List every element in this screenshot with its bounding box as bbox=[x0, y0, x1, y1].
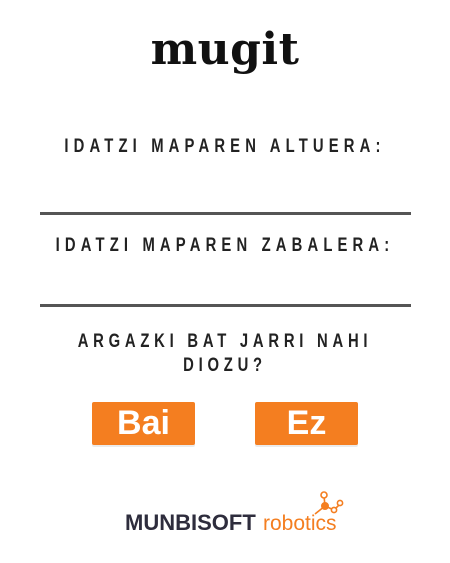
map-height-input[interactable] bbox=[40, 171, 411, 215]
map-height-label: IDATZI MAPAREN ALTUERA: bbox=[64, 136, 386, 157]
map-width-input[interactable] bbox=[40, 263, 411, 307]
yes-button[interactable]: Bai bbox=[92, 402, 195, 445]
no-button[interactable]: Ez bbox=[255, 402, 358, 445]
map-width-label: IDATZI MAPAREN ZABALERA: bbox=[55, 235, 395, 256]
app-title: mugit bbox=[150, 24, 300, 75]
logo-brand-text: MUNBISOFT bbox=[125, 510, 256, 535]
no-button-label: Ez bbox=[286, 404, 327, 442]
logo-robotics-text: robotics bbox=[263, 512, 337, 535]
munbisoft-robotics-logo: MUNBISOFT robotics bbox=[125, 491, 344, 535]
network-icon bbox=[314, 491, 344, 515]
yes-button-label: Bai bbox=[117, 404, 170, 442]
photo-question-label: ARGAZKI BAT JARRI NAHI DIOZU? bbox=[77, 331, 373, 376]
